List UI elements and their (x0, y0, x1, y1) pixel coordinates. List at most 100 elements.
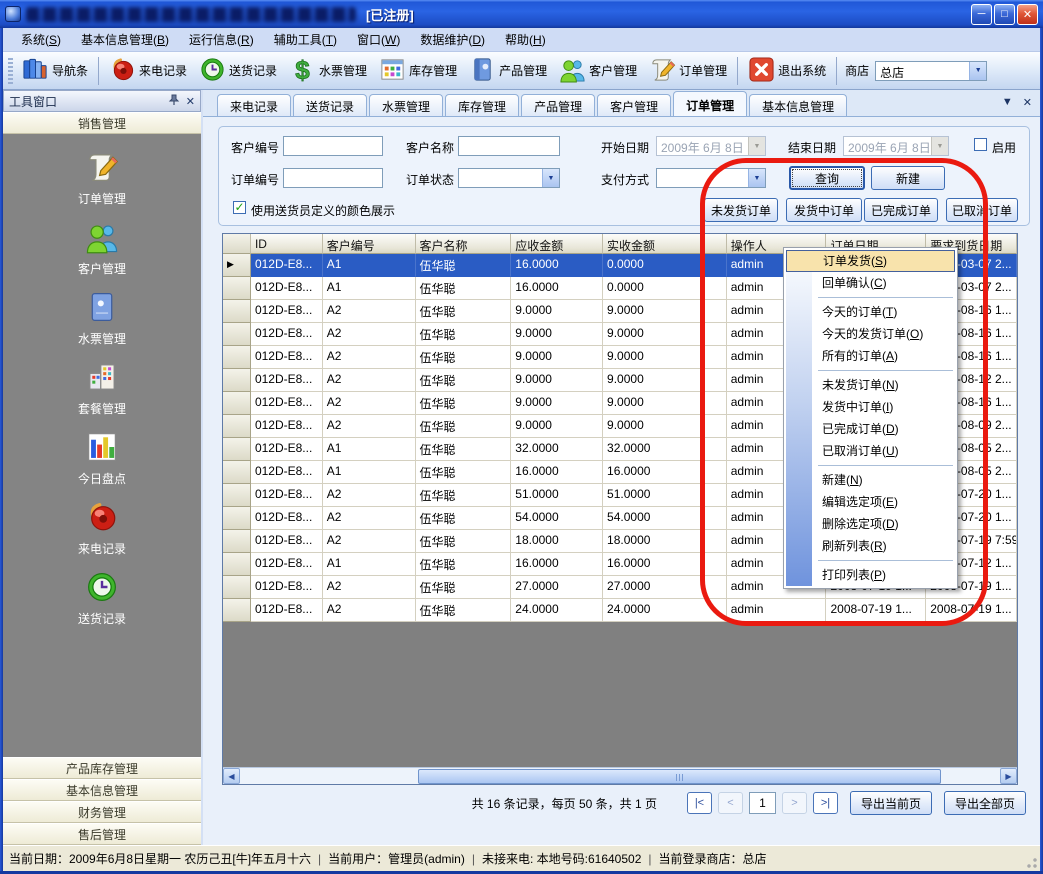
sidebar-group-header[interactable]: 基本信息管理 (3, 779, 201, 801)
tab-close-icon[interactable]: ✕ (1023, 96, 1032, 109)
menu-R[interactable]: 运行信息(R) (179, 28, 264, 51)
tab-来电记录[interactable]: 来电记录 (217, 94, 291, 116)
export-all-pages-button[interactable]: 导出全部页 (944, 791, 1026, 815)
toolbar-clock-button[interactable]: 送货记录 (193, 53, 283, 89)
status-filter-button-2[interactable]: 发货中订单 (786, 198, 862, 222)
tab-基本信息管理[interactable]: 基本信息管理 (749, 94, 847, 116)
pay-method-select[interactable]: ▼ (656, 168, 766, 188)
sidebar-group-sales[interactable]: 销售管理 (3, 112, 201, 134)
start-date-picker[interactable]: 2009年 6月 8日▼ (656, 136, 766, 156)
row-selector-cell[interactable] (223, 599, 251, 622)
row-selector-cell[interactable] (223, 392, 251, 415)
context-menu-item-N[interactable]: 未发货订单(N) (786, 374, 955, 396)
page-number-input[interactable] (749, 792, 776, 814)
toolbar-order-button[interactable]: 订单管理 (643, 53, 733, 89)
table-row[interactable]: 012D-E8...A2伍华聪24.000024.0000admin2008-0… (223, 599, 1017, 622)
customer-no-input[interactable] (283, 136, 383, 156)
shop-select[interactable]: 总店▼ (875, 61, 987, 81)
tab-客户管理[interactable]: 客户管理 (597, 94, 671, 116)
sidebar-item-order[interactable]: 订单管理 (78, 150, 126, 207)
context-menu-item-P[interactable]: 打印列表(P) (786, 564, 955, 586)
row-selector-cell[interactable] (223, 369, 251, 392)
tab-水票管理[interactable]: 水票管理 (369, 94, 443, 116)
status-filter-button-3[interactable]: 已完成订单 (864, 198, 938, 222)
row-selector-cell[interactable] (223, 553, 251, 576)
minimize-button[interactable]: ─ (971, 4, 992, 25)
prev-page-button[interactable]: < (718, 792, 743, 814)
toolbar-exit-button[interactable]: 退出系统 (742, 53, 832, 89)
status-filter-button-1[interactable]: 未发货订单 (704, 198, 778, 222)
enable-date-checkbox[interactable] (974, 138, 987, 151)
row-selector-cell[interactable] (223, 415, 251, 438)
first-page-button[interactable]: |< (687, 792, 712, 814)
query-button[interactable]: 查询 (789, 166, 865, 190)
end-date-picker[interactable]: 2009年 6月 8日▼ (843, 136, 949, 156)
grid-column-header[interactable]: ID (251, 234, 323, 254)
sidebar-group-header[interactable]: 售后管理 (3, 823, 201, 845)
scrollbar-thumb[interactable] (418, 769, 941, 784)
close-toolwindow-icon[interactable]: ✕ (186, 95, 195, 108)
toolbar-people-button[interactable]: 客户管理 (553, 53, 643, 89)
grid-column-header[interactable]: 实收金额 (603, 234, 727, 254)
sidebar-item-card[interactable]: 水票管理 (78, 290, 126, 347)
grid-column-header[interactable]: 应收金额 (511, 234, 603, 254)
context-menu-item-T[interactable]: 今天的订单(T) (786, 301, 955, 323)
toolbar-bell-button[interactable]: 来电记录 (103, 53, 193, 89)
toolbar-books-button[interactable]: 导航条 (16, 53, 94, 89)
status-filter-button-4[interactable]: 已取消订单 (946, 198, 1018, 222)
row-selector-cell[interactable] (223, 484, 251, 507)
new-button[interactable]: 新建 (871, 166, 945, 190)
toolbar-grip[interactable] (8, 58, 13, 84)
row-selector-cell[interactable] (223, 346, 251, 369)
order-no-input[interactable] (283, 168, 383, 188)
sidebar-item-clock[interactable]: 送货记录 (78, 570, 126, 627)
sidebar-item-building[interactable]: 套餐管理 (78, 360, 126, 417)
row-selector-cell[interactable]: ▶ (223, 254, 251, 277)
menu-H[interactable]: 帮助(H) (495, 28, 556, 51)
context-menu-item-D[interactable]: 删除选定项(D) (786, 513, 955, 535)
sidebar-group-header[interactable]: 财务管理 (3, 801, 201, 823)
customer-name-input[interactable] (458, 136, 560, 156)
row-selector-cell[interactable] (223, 576, 251, 599)
context-menu-item-U[interactable]: 已取消订单(U) (786, 440, 955, 462)
maximize-button[interactable]: □ (994, 4, 1015, 25)
tab-产品管理[interactable]: 产品管理 (521, 94, 595, 116)
menu-W[interactable]: 窗口(W) (347, 28, 410, 51)
context-menu-item-N[interactable]: 新建(N) (786, 469, 955, 491)
row-selector-cell[interactable] (223, 530, 251, 553)
tab-送货记录[interactable]: 送货记录 (293, 94, 367, 116)
tab-list-chevron-down-icon[interactable]: ▼ (1002, 96, 1013, 109)
sidebar-group-header[interactable]: 产品库存管理 (3, 757, 201, 779)
context-menu-item-A[interactable]: 所有的订单(A) (786, 345, 955, 367)
last-page-button[interactable]: >| (813, 792, 838, 814)
grid-column-header[interactable]: 客户编号 (323, 234, 416, 254)
sidebar-item-chart[interactable]: 今日盘点 (78, 430, 126, 487)
context-menu-item-E[interactable]: 编辑选定项(E) (786, 491, 955, 513)
resize-grip[interactable] (1026, 857, 1038, 869)
row-selector-cell[interactable] (223, 300, 251, 323)
sidebar-item-people[interactable]: 客户管理 (78, 220, 126, 277)
color-display-checkbox[interactable]: ✓ (233, 201, 246, 214)
row-selector-cell[interactable] (223, 323, 251, 346)
menu-S[interactable]: 系统(S) (11, 28, 71, 51)
row-selector-cell[interactable] (223, 461, 251, 484)
context-menu-item-C[interactable]: 回单确认(C) (786, 272, 955, 294)
toolbar-calendar-button[interactable]: 库存管理 (373, 53, 463, 89)
row-selector-cell[interactable] (223, 507, 251, 530)
context-menu-item-O[interactable]: 今天的发货订单(O) (786, 323, 955, 345)
menu-B[interactable]: 基本信息管理(B) (71, 28, 179, 51)
grid-column-header[interactable]: 客户名称 (416, 234, 512, 254)
horizontal-scrollbar[interactable]: ◀▶ (223, 767, 1017, 784)
context-menu-item-R[interactable]: 刷新列表(R) (786, 535, 955, 557)
sidebar-item-bell[interactable]: 来电记录 (78, 500, 126, 557)
tab-库存管理[interactable]: 库存管理 (445, 94, 519, 116)
context-menu-item-S[interactable]: 订单发货(S) (786, 250, 955, 272)
toolbar-dollar-button[interactable]: $水票管理 (283, 53, 373, 89)
context-menu-item-D[interactable]: 已完成订单(D) (786, 418, 955, 440)
pin-icon[interactable] (168, 94, 180, 109)
close-button[interactable]: ✕ (1017, 4, 1038, 25)
scroll-right-arrow[interactable]: ▶ (1000, 768, 1017, 784)
scroll-left-arrow[interactable]: ◀ (223, 768, 240, 784)
context-menu-item-I[interactable]: 发货中订单(I) (786, 396, 955, 418)
order-status-select[interactable]: ▼ (458, 168, 560, 188)
